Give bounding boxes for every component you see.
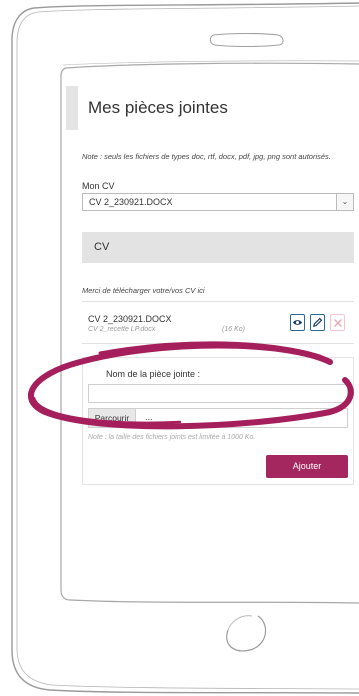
cv-upload-help: Merci de télécharger votre/vos CV ici xyxy=(82,286,205,295)
cv-section-title: CV xyxy=(94,241,110,253)
file-size-limit-note: Note : la taille des fichiers joints est… xyxy=(88,434,256,441)
edit-file-button[interactable] xyxy=(310,314,325,331)
screen: Mes pièces jointes Note : seuls les fich… xyxy=(66,72,359,490)
add-button[interactable]: Ajouter xyxy=(266,455,348,478)
eye-icon xyxy=(292,320,303,325)
delete-file-button[interactable] xyxy=(330,314,345,331)
browse-button[interactable]: Parcourir xyxy=(89,409,136,427)
selected-file-placeholder: ... xyxy=(145,412,153,422)
cv-select-label: Mon CV xyxy=(82,181,115,191)
close-icon xyxy=(333,319,342,327)
view-file-button[interactable] xyxy=(290,314,305,331)
attached-file-original-name: CV 2_recette LP.docx xyxy=(88,326,156,333)
pencil-icon xyxy=(313,317,323,327)
cv-select[interactable]: CV 2_230921.DOCX ⌄ xyxy=(82,193,354,211)
cv-section-header: CV xyxy=(82,232,354,263)
file-type-note: Note : seuls les fichiers de types doc, … xyxy=(82,152,331,161)
divider xyxy=(82,343,354,344)
cv-select-value: CV 2_230921.DOCX xyxy=(89,197,173,207)
divider xyxy=(82,301,354,302)
piece-name-input[interactable] xyxy=(88,384,348,403)
piece-name-label: Nom de la pièce jointe : xyxy=(106,369,201,379)
attached-file-name: CV 2_230921.DOCX xyxy=(88,314,172,324)
file-picker[interactable]: Parcourir ... xyxy=(88,408,348,428)
attached-file-size: (16 Ko) xyxy=(222,326,245,333)
page-title: Mes pièces jointes xyxy=(88,98,228,117)
title-accent-bar xyxy=(66,86,78,130)
chevron-down-icon[interactable]: ⌄ xyxy=(336,194,353,210)
